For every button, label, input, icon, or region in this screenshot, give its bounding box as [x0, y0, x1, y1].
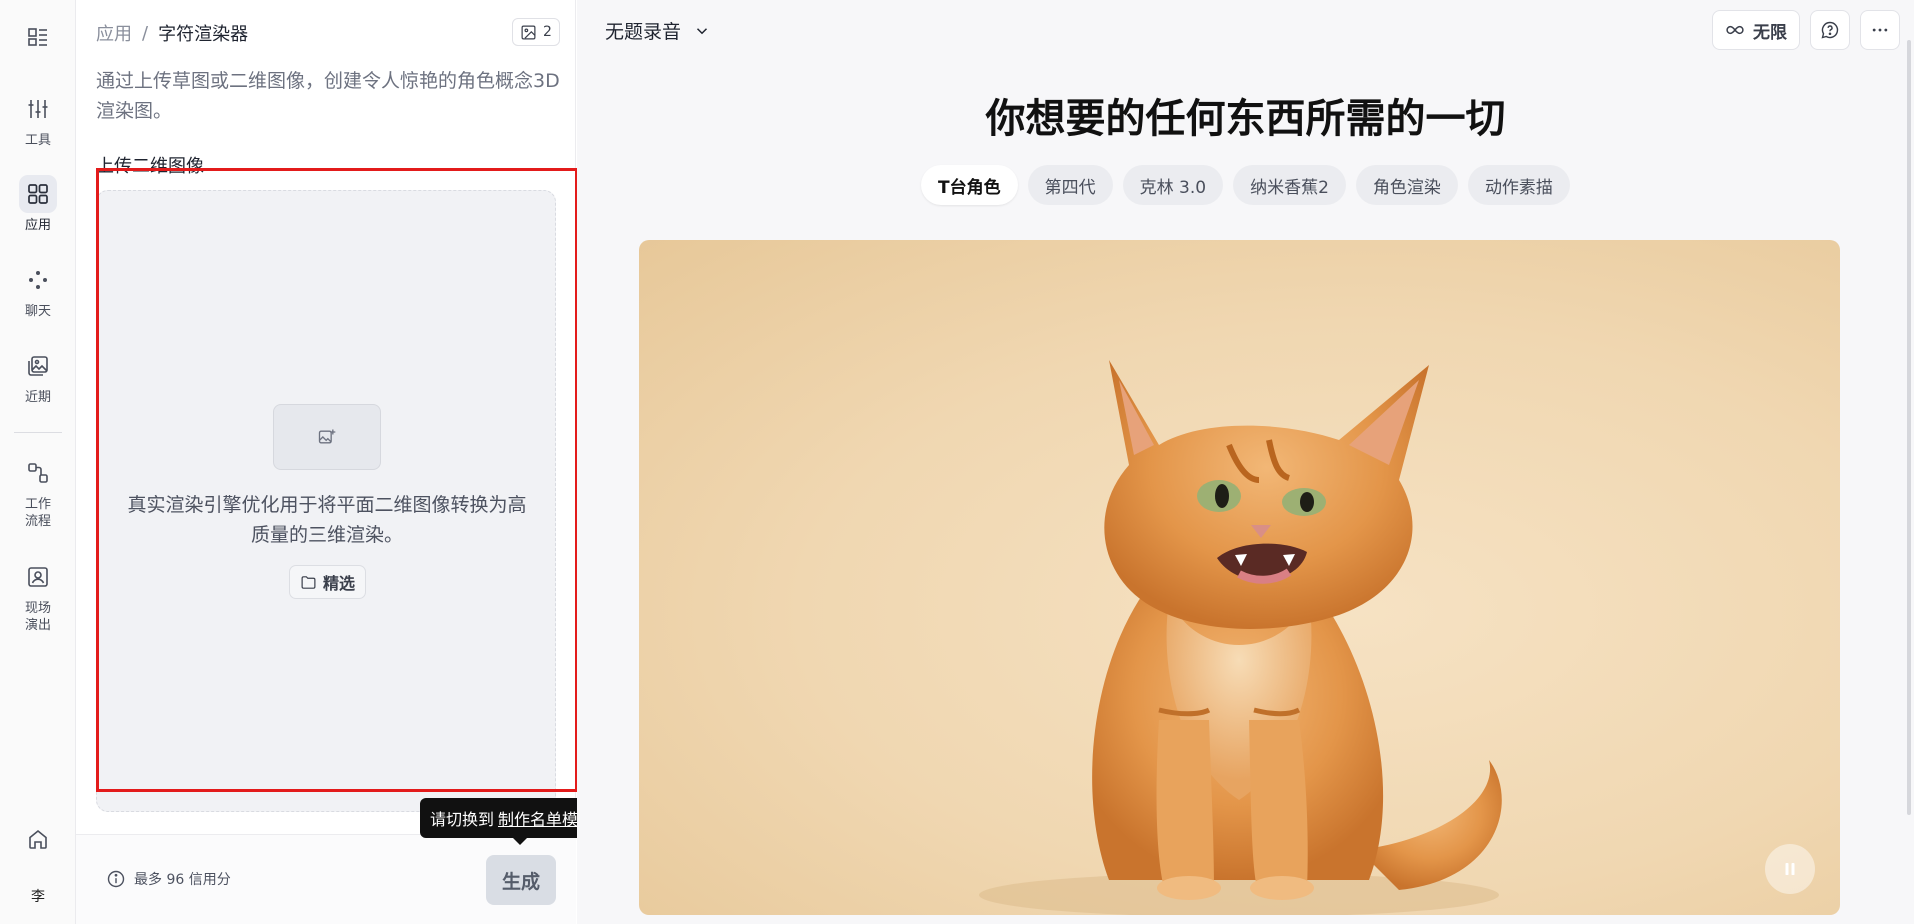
breadcrumb-current: 字符渲染器	[158, 24, 249, 45]
credit-info: 最多 96 信用分	[106, 869, 231, 889]
featured-button[interactable]: 精选	[289, 565, 367, 599]
sidebar-toggle[interactable]	[0, 18, 76, 56]
image-icon	[521, 25, 536, 39]
sidebar-item-label: 工作流程	[24, 497, 51, 529]
more-options-button[interactable]	[1860, 10, 1900, 50]
sidebar-item-label: 近期	[24, 390, 51, 405]
recent-images-icon	[19, 347, 57, 385]
sidebar-item-recent[interactable]: 近期	[0, 347, 76, 406]
ellipsis-icon	[1872, 28, 1888, 32]
page-headline: 你想要的任何东西所需的一切	[985, 96, 1506, 142]
sidebar-item-label: 现场演出	[24, 601, 51, 633]
chat-dots-icon	[19, 261, 57, 299]
breadcrumb-root[interactable]: 应用	[96, 20, 132, 46]
sidebar-item-workflow[interactable]: 工作流程	[0, 454, 76, 530]
sidebar-item-chat[interactable]: 聊天	[0, 261, 76, 320]
sidebar-item-label: 工具	[24, 133, 51, 148]
unlimited-button[interactable]: 无限	[1712, 10, 1800, 50]
folder-icon	[301, 575, 316, 589]
top-actions: 无限	[1712, 10, 1900, 50]
cat-illustration	[979, 360, 1502, 915]
infinity-icon	[1726, 25, 1744, 35]
pause-button[interactable]	[1765, 844, 1815, 894]
tab-nano-banana[interactable]: 纳米香蕉2	[1233, 165, 1346, 205]
sidebar-item-label: 应用	[24, 218, 51, 233]
app-description: 通过上传草图或二维图像，创建令人惊艳的角色概念3D渲染图。	[96, 70, 560, 122]
tab-runway-character[interactable]: T台角色	[921, 165, 1018, 205]
app-panel: 应用 / 字符渲染器 2 通过上传草图或二维图像，创建令人惊艳的角色概念3D渲染…	[76, 0, 576, 924]
breadcrumb: 应用 / 字符渲染器	[96, 20, 248, 46]
main-area: 无题录音 无限 你想要的任何东西所需的一切 T台角色 第四代 克林 3.0 纳米…	[577, 0, 1914, 924]
sidebar-item-label: 聊天	[24, 304, 51, 319]
hero-preview	[639, 240, 1840, 915]
live-portrait-icon	[19, 558, 57, 596]
help-chat-icon	[1821, 21, 1839, 39]
breadcrumb-separator: /	[142, 22, 149, 44]
upload-section-label: 上传二维图像	[96, 156, 204, 177]
sidebar-item-apps[interactable]: 应用	[0, 175, 76, 234]
pause-icon	[1785, 863, 1795, 875]
sidebar-toggle-icon	[19, 18, 57, 56]
featured-label: 精选	[323, 574, 356, 593]
tooltip-prefix: 请切换到	[430, 810, 495, 829]
panel-footer: 最多 96 信用分 生成	[76, 834, 576, 924]
unlimited-label: 无限	[1753, 22, 1787, 43]
model-tabs: T台角色 第四代 克林 3.0 纳米香蕉2 角色渲染 动作素描	[577, 165, 1914, 205]
generate-button[interactable]: 生成	[486, 855, 556, 905]
avatar[interactable]: 李	[22, 880, 54, 912]
home-button[interactable]	[0, 820, 76, 858]
sidebar-item-live[interactable]: 现场演出	[0, 558, 76, 634]
sliders-icon	[19, 90, 57, 128]
workflow-icon	[19, 454, 57, 492]
sidebar-item-tools[interactable]: 工具	[0, 90, 76, 149]
tab-motion-sketch[interactable]: 动作素描	[1467, 165, 1570, 205]
image-count-value: 2	[543, 24, 552, 40]
chevron-down-icon	[696, 27, 708, 34]
tab-gen4[interactable]: 第四代	[1027, 165, 1113, 205]
info-icon	[107, 870, 125, 888]
dropzone-hint: 真实渲染引擎优化用于将平面二维图像转换为高质量的三维渲染。	[127, 494, 527, 546]
home-icon	[19, 820, 57, 858]
tab-kling[interactable]: 克林 3.0	[1122, 165, 1224, 205]
recording-title: 无题录音	[605, 21, 682, 43]
main-scrollbar[interactable]	[1904, 40, 1914, 815]
help-button[interactable]	[1810, 10, 1850, 50]
image-upload-icon	[318, 429, 336, 444]
credit-text: 最多 96 信用分	[134, 872, 231, 888]
nav-rail: 工具 应用 聊天 近期 工作流程 现场演出 李	[0, 0, 76, 924]
scrollbar-thumb[interactable]	[1907, 40, 1911, 815]
image-dropzone[interactable]: 真实渲染引擎优化用于将平面二维图像转换为高质量的三维渲染。 精选	[96, 190, 556, 812]
rail-divider	[14, 432, 62, 433]
apps-grid-icon	[19, 175, 57, 213]
image-count-badge[interactable]: 2	[512, 18, 560, 46]
upload-image-button[interactable]	[273, 404, 381, 470]
recording-title-dropdown[interactable]: 无题录音	[605, 17, 711, 44]
tab-character-render[interactable]: 角色渲染	[1355, 165, 1458, 205]
